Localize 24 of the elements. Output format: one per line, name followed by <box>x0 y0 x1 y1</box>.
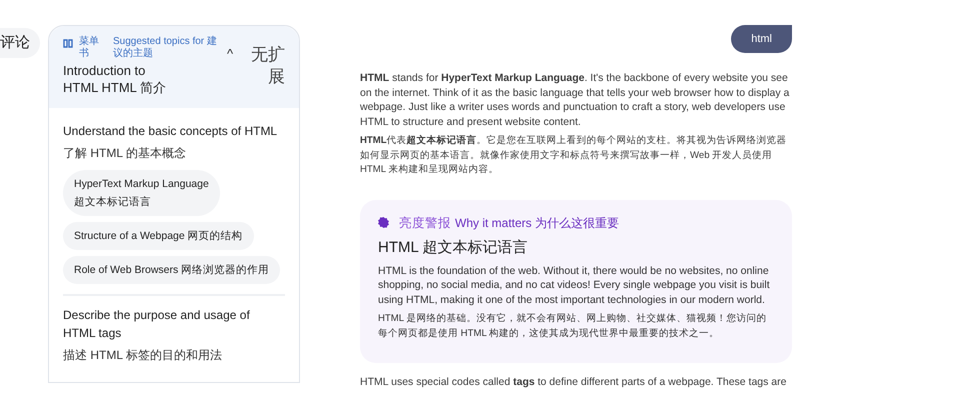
topic-chip[interactable]: Structure of a Webpage 网页的结构 <box>63 222 254 250</box>
alert-icon <box>378 217 389 228</box>
callout-title: HTML 超文本标记语言 <box>378 238 528 258</box>
callout-paragraph: HTML 是网络的基础。没有它，就不会有网站、网上购物、社交媒体、猫视频！您访问的每个网页都是使用 HTML 构建的，这使其成为现代世界中最重要的技术之一。 <box>378 312 768 340</box>
section-title[interactable]: Understand the basic concepts of HTML <box>63 122 285 140</box>
book-icon <box>63 39 73 48</box>
collapse-toggle[interactable]: ^ <box>227 46 234 62</box>
alert-label: 亮度警报 <box>399 214 451 230</box>
panel-title: Introduction to HTML HTML 简介 <box>63 62 168 96</box>
callout-heading: Why it matters 为什么这很重要 <box>455 214 620 230</box>
response-paragraph: HTML代表超文本标记语言。它是您在互联网上看到的每个网站的支柱。将其视为告诉网络浏览器如何显示网页的基本语言。就像作家使用文字和标点符号来撰写故事一样，Web 开发人员使用 HTML 来构建和呈现网站内容。 <box>360 134 788 177</box>
topic-chip[interactable]: HyperText Markup Language 超文本标记语言 <box>63 170 220 216</box>
user-message-bubble: html <box>731 25 792 53</box>
response-paragraph: HTML uses special codes called tags to define different parts of a webpage. These tags are <box>360 375 788 390</box>
section-subtitle: 描述 HTML 标签的目的和用法 <box>63 347 223 364</box>
comment-chip[interactable]: 评论 <box>0 28 40 58</box>
expand-toggle[interactable]: 无扩展 <box>245 44 286 88</box>
section-title[interactable]: Describe the purpose and usage of HTML tags <box>63 306 285 342</box>
response-paragraph: HTML stands for HyperText Markup Language. It's the backbone of every website you see on the internet. Think of it as the basic language that tells your web browser how to display a webpage. Just like a writer uses words and punctuation to craft a story, web developers use HTML to structure and present website content. <box>360 71 790 129</box>
section-subtitle: 了解 HTML 的基本概念 <box>63 145 187 162</box>
menu-label: 菜单书 <box>79 36 100 60</box>
topic-chip[interactable]: Role of Web Browsers 网络浏览器的作用 <box>63 256 280 284</box>
suggested-label: Suggested topics for 建议的主题 <box>112 36 218 60</box>
callout-paragraph: HTML is the foundation of the web. Without it, there would be no websites, no online shopping, no social media, and no cat videos! Every single webpage you visit is built using HTML, making it one of the most important technologies in our modern world. <box>378 264 771 307</box>
